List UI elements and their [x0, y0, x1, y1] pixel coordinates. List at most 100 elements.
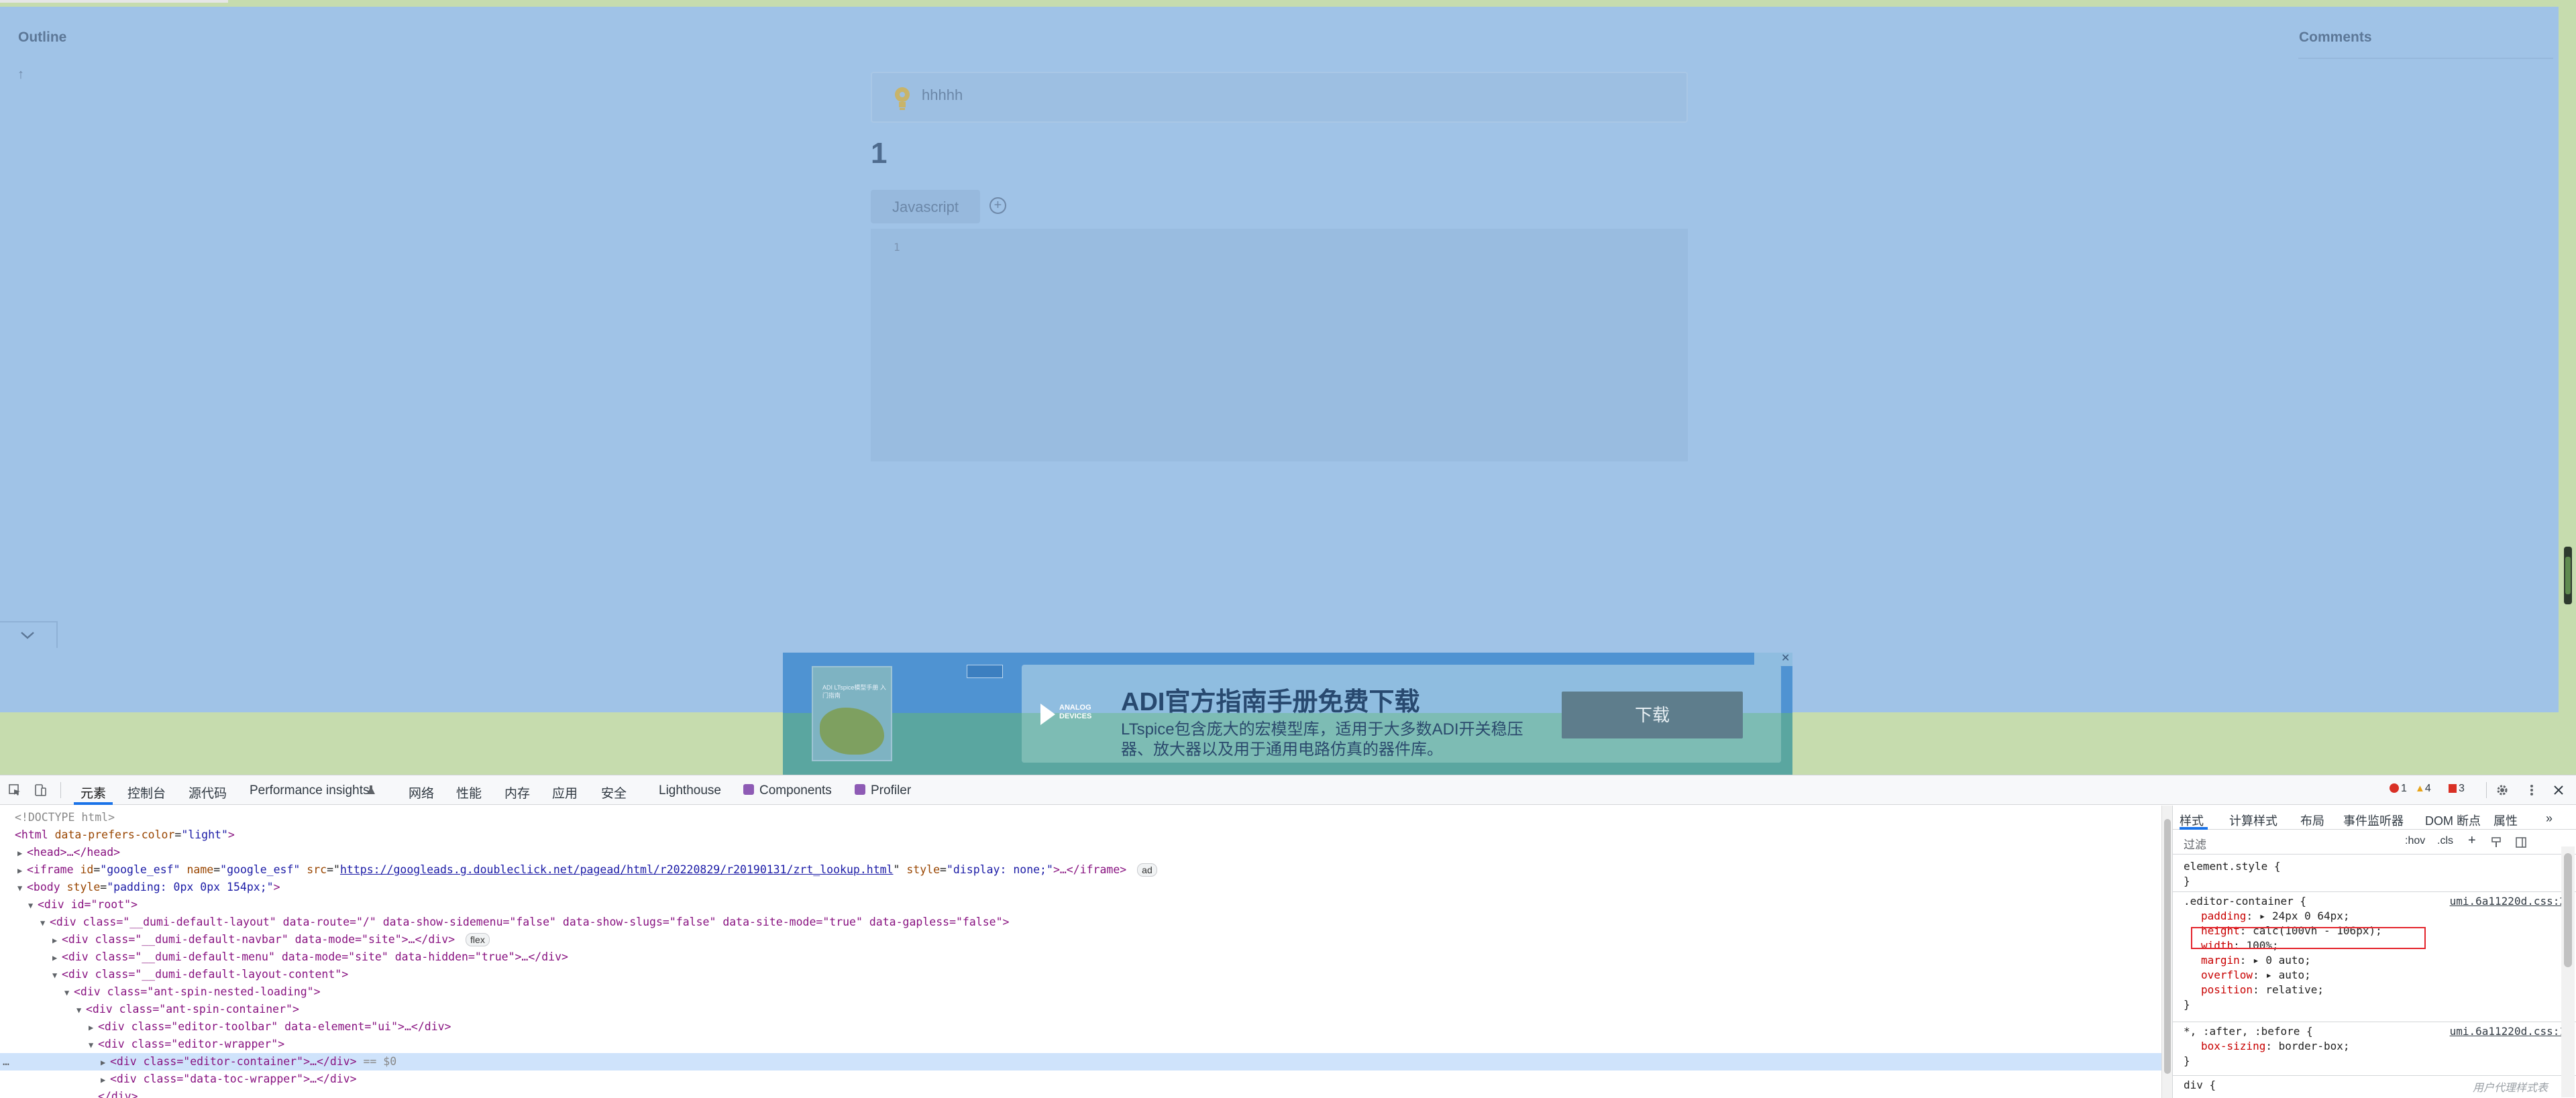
expand-icon[interactable]: ▶: [52, 949, 62, 967]
dom-node-editor-toolbar[interactable]: ▶ <div class="editor-toolbar" data-elemen…: [0, 1018, 2161, 1036]
code-tab-javascript[interactable]: Javascript: [871, 190, 980, 223]
styles-scrollbar-thumb[interactable]: [2564, 853, 2572, 967]
ad-book-image[interactable]: ADI LTspice模型手册 入门指南: [812, 666, 892, 761]
collapse-icon[interactable]: ▼: [17, 879, 27, 897]
hov-toggle[interactable]: :hov: [2405, 835, 2425, 847]
ad-card[interactable]: ANALOG DEVICES ADI官方指南手册免费下载 LTspice包含庞大…: [1022, 665, 1781, 763]
dom-node-editor-container[interactable]: … ▶ <div class="editor-container">…</div>…: [0, 1053, 2161, 1070]
tab-performance[interactable]: 性能: [456, 783, 482, 802]
collapse-icon[interactable]: ▼: [40, 914, 50, 932]
universal-rule[interactable]: umi.6a11220d.css:1 *, :after, :before { …: [2184, 1024, 2566, 1068]
outline-arrow-icon[interactable]: ↑: [17, 67, 24, 83]
gear-icon[interactable]: [2496, 783, 2509, 797]
collapse-icon[interactable]: ▼: [76, 1001, 86, 1019]
toggle-sidebar-icon[interactable]: [2515, 836, 2527, 848]
paint-icon[interactable]: [2491, 836, 2503, 848]
tab-properties[interactable]: 属性: [2493, 812, 2518, 829]
errors-badge[interactable]: 1: [2390, 783, 2407, 795]
elements-scrollbar[interactable]: [2161, 806, 2172, 1098]
styles-filter-input[interactable]: 过滤: [2184, 835, 2206, 852]
callout-text[interactable]: hhhhh: [922, 87, 963, 104]
new-style-rule-icon[interactable]: +: [2468, 833, 2476, 848]
tab-computed[interactable]: 计算样式: [2229, 812, 2277, 829]
css-prop-position[interactable]: position: relative;: [2184, 983, 2566, 997]
rule-source-link[interactable]: umi.6a11220d.css:2: [2450, 894, 2566, 909]
code-editor-area[interactable]: 1: [871, 229, 1688, 461]
inspect-element-icon[interactable]: [8, 783, 21, 797]
dom-node-layout[interactable]: ▼ <div class="__dumi-default-layout" data…: [0, 914, 2161, 931]
ad-banner[interactable]: ADI LTspice模型手册 入门指南 ✕ ANALOG DEVICES AD…: [783, 653, 1792, 775]
ad-close-icon[interactable]: ✕: [1781, 653, 1790, 665]
flex-badge[interactable]: flex: [466, 933, 490, 946]
dom-node-iframe[interactable]: ▶ <iframe id="google_esf" name="google_es…: [0, 861, 2161, 879]
cls-toggle[interactable]: .cls: [2437, 835, 2453, 847]
expand-icon[interactable]: ▶: [17, 844, 27, 862]
tab-security[interactable]: 安全: [601, 783, 627, 802]
expand-icon[interactable]: ▶: [101, 1054, 110, 1071]
tab-memory[interactable]: 内存: [504, 783, 530, 802]
styles-scrollbar[interactable]: [2561, 846, 2575, 1097]
element-style-rule[interactable]: element.style { }: [2184, 859, 2566, 889]
expand-icon[interactable]: ▶: [52, 932, 62, 949]
css-prop-padding[interactable]: padding: ▸ 24px 0 64px;: [2184, 909, 2566, 924]
collapse-icon[interactable]: ▼: [52, 967, 62, 984]
expand-icon[interactable]: ▶: [89, 1019, 98, 1036]
tag-text: <iframe: [27, 863, 74, 876]
expand-icon[interactable]: ▶: [17, 862, 27, 879]
tab-profiler[interactable]: Profiler: [871, 783, 911, 798]
dom-node-navbar[interactable]: ▶ <div class="__dumi-default-navbar" data…: [0, 931, 2161, 948]
more-tabs-icon[interactable]: »: [2546, 812, 2553, 826]
elements-scrollbar-thumb[interactable]: [2164, 819, 2171, 1074]
tab-lighthouse[interactable]: Lighthouse: [659, 783, 721, 798]
dom-node-menu[interactable]: ▶ <div class="__dumi-default-menu" data-m…: [0, 948, 2161, 966]
iframe-src-link[interactable]: https://googleads.g.doubleclick.net/page…: [340, 863, 894, 876]
device-toolbar-icon[interactable]: [34, 783, 47, 797]
ad-badge[interactable]: ad: [1137, 863, 1157, 877]
expand-icon[interactable]: ▶: [101, 1071, 110, 1089]
tab-event-listeners[interactable]: 事件监听器: [2343, 812, 2404, 829]
tab-performance-insights[interactable]: Performance insights: [250, 783, 369, 798]
toc-toggle-button[interactable]: [0, 621, 58, 648]
tab-sources[interactable]: 源代码: [189, 783, 227, 802]
tab-application[interactable]: 应用: [552, 783, 578, 802]
warnings-badge[interactable]: ▲4: [2415, 783, 2431, 795]
dom-node-head[interactable]: ▶ <head>…</head>: [0, 844, 2161, 861]
tab-layout[interactable]: 布局: [2300, 812, 2324, 829]
css-prop-overflow[interactable]: overflow: ▸ auto;: [2184, 968, 2566, 983]
dom-node-body[interactable]: ▼ <body style="padding: 0px 0px 154px;">: [0, 879, 2161, 896]
dom-node-spin-container[interactable]: ▼ <div class="ant-spin-container">: [0, 1001, 2161, 1018]
tab-network[interactable]: 网络: [409, 783, 434, 802]
tab-dom-breakpoints[interactable]: DOM 断点: [2425, 812, 2481, 829]
collapse-icon[interactable]: ▼: [64, 984, 74, 1001]
close-icon[interactable]: [2552, 783, 2565, 797]
css-prop-box-sizing[interactable]: box-sizing: border-box;: [2184, 1039, 2566, 1054]
ad-download-button[interactable]: 下载: [1562, 692, 1743, 738]
issues-badge[interactable]: 3: [2449, 783, 2465, 795]
dom-node-doctype[interactable]: <!DOCTYPE html>: [0, 809, 2161, 826]
tab-elements[interactable]: 元素: [80, 783, 106, 802]
collapse-icon[interactable]: ▼: [28, 897, 38, 914]
collapse-icon[interactable]: ▼: [89, 1036, 98, 1054]
node-actions-icon[interactable]: …: [3, 1053, 9, 1070]
dom-node-close-div[interactable]: </div>: [0, 1088, 2161, 1098]
ad-choices[interactable]: ✕: [1754, 653, 1792, 666]
dom-node-toc-wrapper[interactable]: ▶ <div class="data-toc-wrapper">…</div>: [0, 1070, 2161, 1088]
dom-node-root[interactable]: ▼ <div id="root">: [0, 896, 2161, 914]
page-heading[interactable]: 1: [871, 137, 887, 170]
rule-source-link[interactable]: umi.6a11220d.css:1: [2450, 1024, 2566, 1039]
editor-container-rule[interactable]: umi.6a11220d.css:2 .editor-container { p…: [2184, 894, 2566, 1012]
dom-node-spin-nested[interactable]: ▼ <div class="ant-spin-nested-loading">: [0, 983, 2161, 1001]
dom-node-editor-wrapper[interactable]: ▼ <div class="editor-wrapper">: [0, 1036, 2161, 1053]
dom-node-html[interactable]: <html data-prefers-color="light">: [0, 826, 2161, 844]
attr-value: "light": [181, 828, 228, 841]
issues-icon: [2449, 784, 2457, 793]
ad-headline[interactable]: ADI官方指南手册免费下载: [1121, 681, 1419, 718]
tab-console[interactable]: 控制台: [127, 783, 166, 802]
dom-node-layout-content[interactable]: ▼ <div class="__dumi-default-layout-conte…: [0, 966, 2161, 983]
callout-block[interactable]: hhhhh: [871, 72, 1688, 123]
css-prop-margin[interactable]: margin: ▸ 0 auto;: [2184, 953, 2566, 968]
add-tab-button[interactable]: +: [989, 197, 1006, 214]
tab-components[interactable]: Components: [759, 783, 832, 798]
elements-tree[interactable]: <!DOCTYPE html> <html data-prefers-color…: [0, 806, 2161, 1098]
more-options-icon[interactable]: [2525, 783, 2538, 797]
